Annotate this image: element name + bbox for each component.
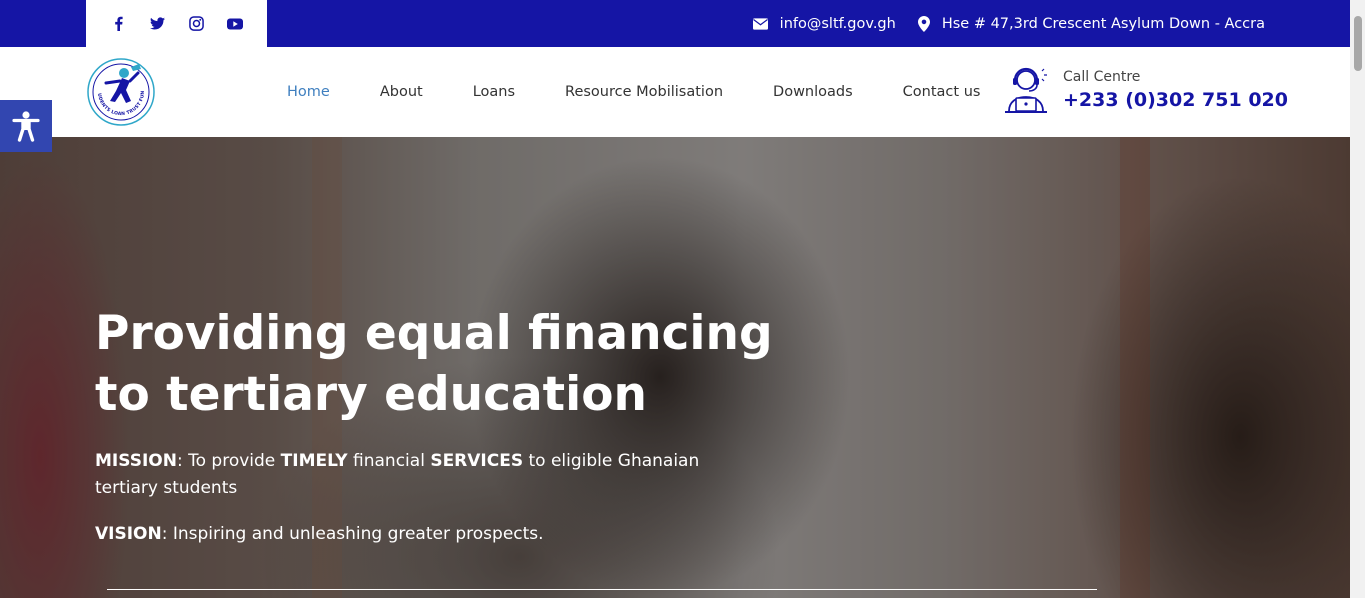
hero-title: Providing equal financing to tertiary ed…	[95, 306, 773, 422]
address-text: Hse # 47,3rd Crescent Asylum Down - Accr…	[941, 15, 1265, 32]
nav-about[interactable]: About	[380, 84, 423, 100]
mission-statement: MISSION: To provide TIMELY financial SER…	[95, 448, 735, 502]
instagram-icon[interactable]	[187, 15, 205, 33]
accessibility-icon	[12, 111, 40, 142]
nav-loans[interactable]: Loans	[473, 84, 515, 100]
call-centre-text: Call Centre +233 (0)302 751 020	[1063, 67, 1288, 113]
mission-label: MISSION	[95, 451, 177, 471]
mission-text-1: : To provide	[176, 451, 281, 471]
map-pin-icon	[917, 15, 930, 32]
nav-downloads[interactable]: Downloads	[773, 84, 853, 100]
youtube-icon[interactable]	[226, 15, 244, 33]
social-links	[86, 0, 267, 47]
address-contact: Hse # 47,3rd Crescent Asylum Down - Accr…	[917, 15, 1265, 32]
email-contact[interactable]: info@sltf.gov.gh	[752, 16, 896, 32]
mission-timely: TIMELY	[280, 451, 348, 471]
sltf-logo[interactable]: STUDENTS LOAN TRUST FUND	[84, 53, 156, 127]
envelope-icon	[752, 17, 768, 30]
top-bar: info@sltf.gov.gh Hse # 47,3rd Crescent A…	[0, 0, 1350, 47]
mission-services: SERVICES	[430, 451, 524, 471]
mission-text-2: financial	[347, 451, 431, 471]
scrollbar-thumb[interactable]	[1354, 16, 1362, 71]
call-centre-phone[interactable]: +233 (0)302 751 020	[1063, 87, 1288, 113]
twitter-icon[interactable]	[148, 15, 166, 33]
nav-contact-us[interactable]: Contact us	[903, 84, 981, 100]
call-centre: Call Centre +233 (0)302 751 020	[1002, 65, 1288, 115]
call-agent-icon	[1005, 67, 1047, 113]
accessibility-button[interactable]	[0, 100, 52, 152]
facebook-icon[interactable]	[109, 15, 127, 33]
contact-info: info@sltf.gov.gh Hse # 47,3rd Crescent A…	[752, 0, 1265, 47]
hero-content: Providing equal financing to tertiary ed…	[95, 303, 795, 548]
nav-home[interactable]: Home	[287, 84, 330, 100]
vision-statement: VISION: Inspiring and unleashing greater…	[95, 521, 795, 548]
page-scrollbar[interactable]	[1350, 0, 1365, 598]
vision-label: VISION	[95, 524, 162, 544]
vision-text: : Inspiring and unleashing greater prosp…	[161, 524, 544, 544]
site-header: STUDENTS LOAN TRUST FUND Home About Loan…	[0, 47, 1350, 137]
hero-banner: Providing equal financing to tertiary ed…	[0, 137, 1350, 598]
main-nav: Home About Loans Resource Mobilisation D…	[287, 47, 980, 137]
email-text[interactable]: info@sltf.gov.gh	[780, 16, 896, 32]
nav-resource-mobilisation[interactable]: Resource Mobilisation	[565, 84, 723, 100]
page: info@sltf.gov.gh Hse # 47,3rd Crescent A…	[0, 0, 1365, 598]
hero-divider	[107, 589, 1097, 590]
call-centre-label: Call Centre	[1063, 69, 1141, 85]
